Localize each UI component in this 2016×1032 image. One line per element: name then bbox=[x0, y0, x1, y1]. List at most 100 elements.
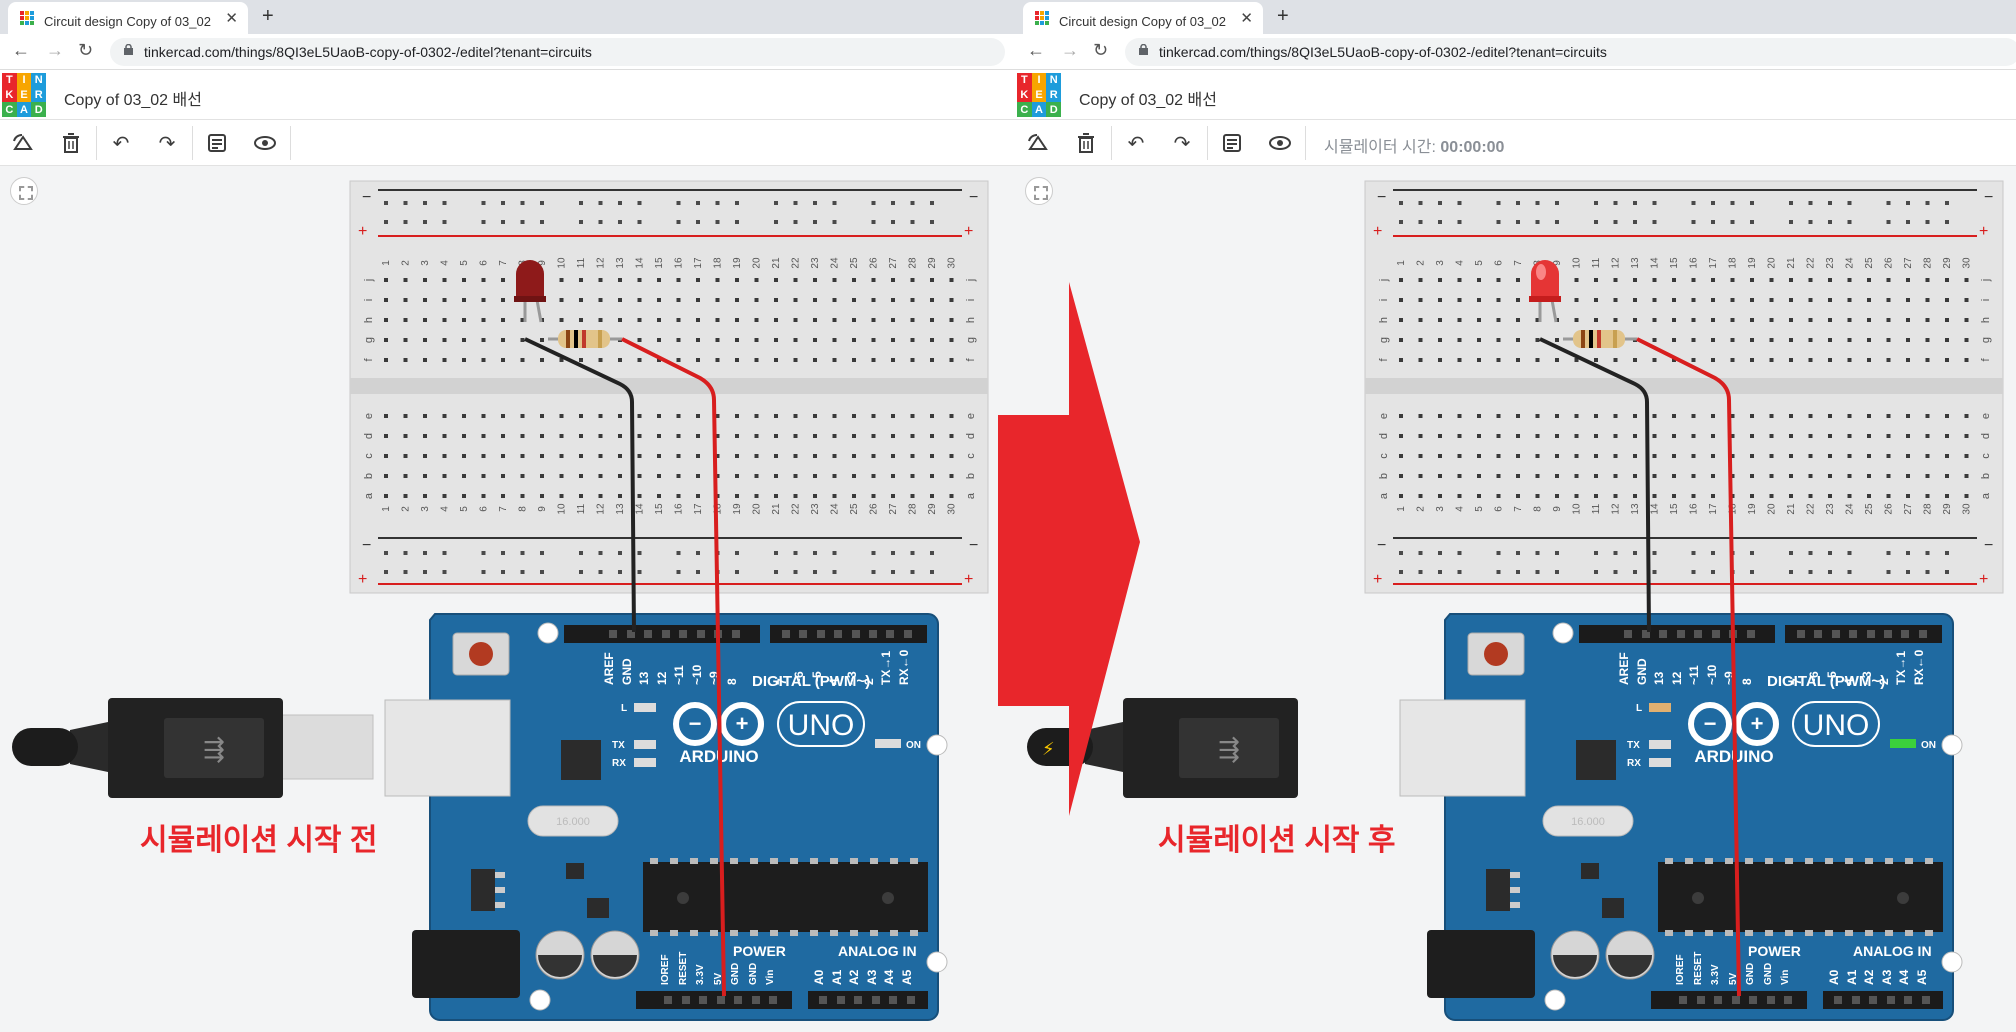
breadboard-hole bbox=[1555, 454, 1559, 458]
header-pin bbox=[799, 630, 807, 638]
column-number: 28 bbox=[1923, 257, 1934, 269]
breadboard-hole bbox=[384, 298, 388, 302]
breadboard-hole bbox=[832, 201, 837, 205]
regulator-pin bbox=[1510, 902, 1520, 908]
breadboard-hole bbox=[618, 318, 622, 322]
breadboard-hole bbox=[598, 358, 603, 362]
breadboard-hole bbox=[774, 474, 778, 478]
usb-port bbox=[1399, 699, 1526, 797]
breadboard-hole bbox=[1672, 338, 1676, 342]
breadboard-hole bbox=[423, 434, 427, 438]
breadboard-hole bbox=[1457, 201, 1462, 205]
breadboard-hole bbox=[1886, 570, 1891, 574]
breadboard-hole bbox=[891, 338, 895, 342]
column-number: 17 bbox=[693, 257, 704, 269]
chip-pin bbox=[730, 930, 738, 936]
breadboard-hole bbox=[1438, 338, 1442, 342]
chip-notch bbox=[1897, 892, 1909, 904]
breadboard-hole bbox=[813, 298, 817, 302]
digital-pin-label: AREF bbox=[602, 652, 616, 685]
breadboard-hole bbox=[1555, 358, 1559, 362]
row-letter: j bbox=[1378, 279, 1390, 282]
arduino-uno-board[interactable]: AREF GND 13 12 ~11 ~10 ~9 8 7 ~6 ~5 4 ~3 2 TX→1 RX←0DIG… bbox=[412, 613, 948, 1021]
breadboard-hole bbox=[715, 278, 720, 282]
column-number: 2 bbox=[401, 260, 412, 266]
digital-pin-label: GND bbox=[1635, 658, 1649, 685]
breadboard-hole bbox=[618, 494, 622, 498]
usb-chip bbox=[561, 740, 601, 780]
header-pin bbox=[872, 996, 880, 1004]
column-number: 14 bbox=[1650, 503, 1661, 515]
chip-pin bbox=[1865, 930, 1873, 936]
breadboard[interactable]: −−++−−++11223344556677889910101111121213… bbox=[1364, 180, 2004, 594]
breadboard-hole bbox=[1535, 570, 1540, 574]
column-number: 23 bbox=[810, 503, 821, 515]
breadboard-hole bbox=[559, 278, 564, 282]
breadboard-hole bbox=[1613, 318, 1618, 322]
reset-button-cap[interactable] bbox=[469, 642, 493, 666]
breadboard-hole bbox=[930, 454, 934, 458]
breadboard-hole bbox=[871, 494, 876, 498]
breadboard-hole bbox=[1789, 220, 1793, 224]
breadboard-hole bbox=[481, 454, 486, 458]
breadboard-hole bbox=[1750, 318, 1754, 322]
breadboard-hole bbox=[1769, 318, 1774, 322]
on-led-label: ON bbox=[1921, 740, 1936, 751]
breadboard-hole bbox=[1477, 494, 1481, 498]
digital-pin-label: 8 bbox=[1740, 678, 1754, 685]
breadboard[interactable]: −−++−−++11223344556677889910101111121213… bbox=[349, 180, 989, 594]
row-letter: c bbox=[965, 453, 977, 459]
breadboard-hole bbox=[1535, 338, 1540, 342]
breadboard-hole bbox=[520, 338, 525, 342]
breadboard-hole bbox=[891, 494, 895, 498]
breadboard-hole bbox=[403, 220, 408, 224]
breadboard-hole bbox=[1633, 454, 1637, 458]
breadboard-hole bbox=[403, 434, 408, 438]
breadboard-hole bbox=[774, 494, 778, 498]
breadboard-hole bbox=[735, 318, 739, 322]
breadboard-hole bbox=[579, 551, 583, 555]
breadboard-hole bbox=[754, 278, 759, 282]
breadboard-hole bbox=[1789, 454, 1793, 458]
breadboard-hole bbox=[1516, 220, 1520, 224]
breadboard-hole bbox=[1691, 551, 1696, 555]
usb-icon: ⇶ bbox=[1218, 734, 1240, 764]
breadboard-hole bbox=[481, 220, 486, 224]
panel-after: Circuit design Copy of 03_02 배 ✕ + ← → ↻… bbox=[1015, 0, 2016, 1032]
breadboard-hole bbox=[930, 570, 934, 574]
circuit-canvas[interactable]: −−++−−++11223344556677889910101111121213… bbox=[1015, 0, 2016, 1032]
breadboard-hole bbox=[696, 474, 700, 478]
breadboard-hole bbox=[442, 338, 447, 342]
reset-button-cap[interactable] bbox=[1484, 642, 1508, 666]
breadboard-hole bbox=[423, 220, 427, 224]
crystal-label: 16.000 bbox=[1571, 816, 1605, 828]
header-pin bbox=[889, 996, 897, 1004]
breadboard-hole bbox=[462, 318, 466, 322]
usb-cable[interactable]: ⇶ bbox=[12, 698, 511, 798]
breadboard-hole bbox=[852, 278, 856, 282]
breadboard-hole bbox=[871, 551, 876, 555]
chip-pin bbox=[1885, 930, 1893, 936]
column-number: 12 bbox=[1611, 503, 1622, 515]
breadboard-hole bbox=[1945, 358, 1949, 362]
breadboard-hole bbox=[813, 494, 817, 498]
circuit-canvas[interactable]: −−++−−++11223344556677889910101111121213… bbox=[0, 0, 1015, 1032]
breadboard-hole bbox=[774, 570, 778, 574]
column-number: 21 bbox=[771, 257, 782, 269]
chip-pin bbox=[1765, 930, 1773, 936]
breadboard-hole bbox=[442, 278, 447, 282]
breadboard-hole bbox=[1438, 474, 1442, 478]
breadboard-hole bbox=[1418, 201, 1423, 205]
arduino-uno-board[interactable]: AREF GND 13 12 ~11 ~10 ~9 8 7 ~6 ~5 4 ~3 2 TX→1 RX←0DIG… bbox=[1427, 613, 1963, 1021]
analog-pin-label: A5 bbox=[1915, 969, 1929, 985]
column-number: 17 bbox=[693, 503, 704, 515]
breadboard-hole bbox=[1652, 414, 1657, 418]
breadboard-hole bbox=[423, 494, 427, 498]
breadboard-hole bbox=[735, 358, 739, 362]
voltage-regulator bbox=[471, 869, 495, 911]
simulation-caption: 시뮬레이션 시작 후 bbox=[1158, 824, 1396, 857]
breadboard-hole bbox=[1633, 414, 1637, 418]
breadboard-hole bbox=[1438, 278, 1442, 282]
breadboard-hole bbox=[1672, 298, 1676, 302]
rail-plus-label: + bbox=[964, 223, 973, 240]
